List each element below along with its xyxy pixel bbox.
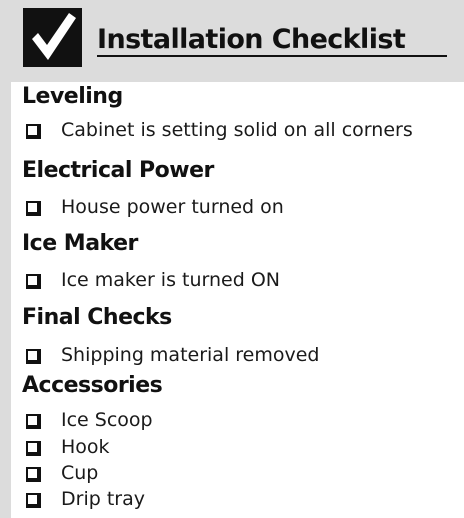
- checkbox-icon[interactable]: [26, 441, 41, 456]
- checkbox-icon[interactable]: [26, 124, 41, 139]
- section-title-final-checks: Final Checks: [22, 305, 172, 330]
- checklist-item-label: Cabinet is setting solid on all corners: [61, 119, 413, 141]
- section-title-accessories: Accessories: [22, 373, 163, 398]
- left-margin-bar: [0, 0, 11, 518]
- checklist-item-label: Cup: [61, 462, 99, 484]
- checklist-item-label: Hook: [61, 436, 110, 458]
- section-title-leveling: Leveling: [22, 84, 123, 109]
- checkbox-icon[interactable]: [26, 414, 41, 429]
- checklist-item-label: Shipping material removed: [61, 344, 320, 366]
- checkmark-icon: [23, 8, 82, 67]
- checkbox-icon[interactable]: [26, 201, 41, 216]
- title-underline: [97, 55, 447, 57]
- checkbox-icon[interactable]: [26, 467, 41, 482]
- checkbox-icon[interactable]: [26, 349, 41, 364]
- section-title-electrical-power: Electrical Power: [22, 158, 214, 183]
- page-title: Installation Checklist: [97, 24, 406, 55]
- checklist-item-label: House power turned on: [61, 196, 284, 218]
- checklist-item-label: Ice maker is turned ON: [61, 269, 280, 291]
- section-title-ice-maker: Ice Maker: [22, 231, 138, 256]
- checkbox-icon[interactable]: [26, 274, 41, 289]
- checklist-item-label: Ice Scoop: [61, 409, 153, 431]
- checkbox-icon[interactable]: [26, 493, 41, 508]
- checklist-item-label: Drip tray: [61, 488, 145, 510]
- checklist-page: Installation Checklist Leveling Cabinet …: [0, 0, 464, 518]
